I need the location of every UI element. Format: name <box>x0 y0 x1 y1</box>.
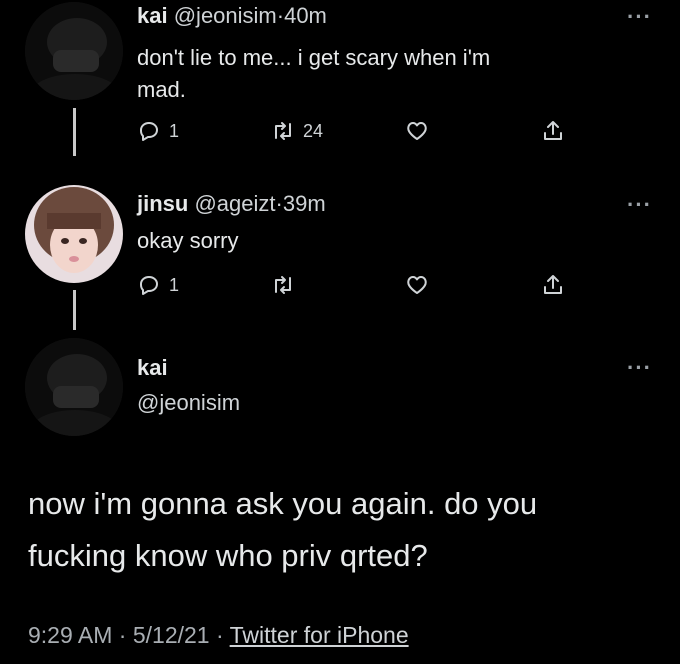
share-button[interactable] <box>541 273 565 297</box>
share-icon <box>544 275 562 294</box>
tweet2-time[interactable]: 39m <box>283 191 326 216</box>
avatar-kai[interactable] <box>25 2 123 100</box>
main-text-line2: fucking know who priv qrted? <box>28 538 428 573</box>
meta-sep: · <box>118 622 127 648</box>
tweet1-header: kai @jeonisim·40m <box>137 3 327 29</box>
tweet1-handle[interactable]: @jeonisim <box>174 3 277 28</box>
tweet2-sep: · <box>275 191 283 216</box>
main-text-line1: now i'm gonna ask you again. do you <box>28 486 538 521</box>
reply-button[interactable]: 1 <box>137 273 179 297</box>
retweet-icon <box>275 122 291 140</box>
source-link[interactable]: Twitter for iPhone <box>230 622 409 648</box>
retweet-button[interactable] <box>271 273 295 297</box>
tweet2-actions: 1 <box>137 273 577 303</box>
like-button[interactable] <box>405 273 429 297</box>
tweet2-handle[interactable]: @ageizt <box>194 191 275 216</box>
main-name[interactable]: kai <box>137 355 168 381</box>
main-handle[interactable]: @jeonisim <box>137 390 240 416</box>
avatar-jinsu[interactable] <box>25 185 123 283</box>
tweet-meta: 9:29 AM · 5/12/21 · Twitter for iPhone <box>28 622 409 649</box>
reply-icon <box>140 122 158 141</box>
tweet1-actions: 1 24 <box>137 119 577 149</box>
thread-line <box>73 108 76 156</box>
main-tweet-text: now i'm gonna ask you again. do you fuck… <box>28 478 658 582</box>
tweet1-text: don't lie to me... i get scary when i'm … <box>137 42 490 106</box>
like-icon <box>407 276 427 294</box>
more-icon[interactable]: ··· <box>627 192 652 218</box>
reply-icon <box>140 276 158 295</box>
share-button[interactable] <box>541 119 565 143</box>
like-icon <box>407 122 427 140</box>
tweet1-retweet-count: 24 <box>303 120 324 141</box>
main-name-text[interactable]: kai <box>137 355 168 380</box>
share-icon <box>544 121 562 140</box>
tweet1-time[interactable]: 40m <box>284 3 327 28</box>
avatar-kai-main[interactable] <box>25 338 123 436</box>
more-icon[interactable]: ··· <box>627 355 652 381</box>
more-icon[interactable]: ··· <box>627 4 652 30</box>
retweet-button[interactable]: 24 <box>271 119 323 143</box>
tweet1-name[interactable]: kai <box>137 3 168 28</box>
tweet2-reply-count: 1 <box>169 274 180 295</box>
main-time[interactable]: 9:29 AM <box>28 622 112 648</box>
main-handle-text[interactable]: @jeonisim <box>137 390 240 415</box>
tweet1-text-line1: don't lie to me... i get scary when i'm <box>137 45 491 70</box>
main-date[interactable]: 5/12/21 <box>133 622 210 648</box>
tweet1-sep: · <box>276 3 285 28</box>
tweet1-reply-count: 1 <box>169 120 180 141</box>
tweet1-text-line2: mad. <box>137 77 186 102</box>
thread-line <box>73 290 76 330</box>
tweet2-header: jinsu @ageizt·39m <box>137 191 326 217</box>
retweet-icon <box>275 276 291 294</box>
reply-button[interactable]: 1 <box>137 119 179 143</box>
like-button[interactable] <box>405 119 429 143</box>
tweet2-text: okay sorry <box>137 228 239 253</box>
meta-sep: · <box>215 622 224 648</box>
tweet2-name[interactable]: jinsu <box>137 191 188 216</box>
